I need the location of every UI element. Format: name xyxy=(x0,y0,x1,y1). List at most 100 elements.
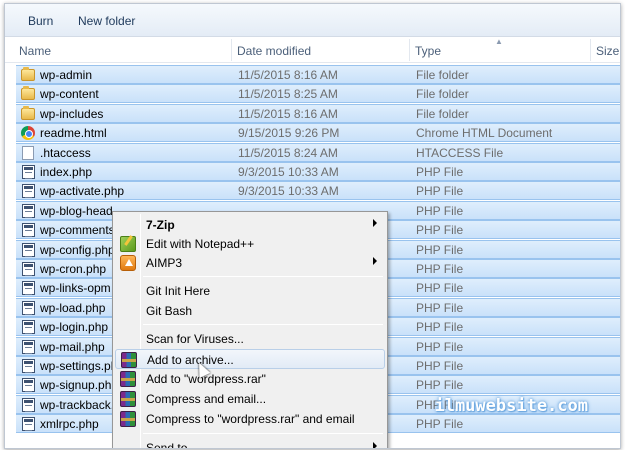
file-type: PHP File xyxy=(416,165,464,179)
menu-item-label: Scan for Viruses... xyxy=(146,332,244,346)
php-file-icon xyxy=(22,242,35,257)
burn-button[interactable]: Burn xyxy=(28,14,53,28)
php-file-icon xyxy=(22,184,35,199)
column-name[interactable]: Name xyxy=(19,44,51,58)
file-date-modified: 11/5/2015 8:25 AM xyxy=(238,87,338,102)
file-name: wp-activate.php xyxy=(40,184,125,199)
menu-item-compress-to-wordpress-rar-and-email[interactable]: Compress to "wordpress.rar" and email xyxy=(115,409,385,429)
file-name: wp-comments xyxy=(40,223,115,238)
file-type: PHP File xyxy=(416,339,464,354)
menu-item-label: Git Bash xyxy=(146,304,193,318)
php-file-icon xyxy=(22,339,35,354)
file-date-modified: 11/5/2015 8:24 AM xyxy=(238,145,338,160)
file-name: xmlrpc.php xyxy=(40,417,99,432)
menu-separator xyxy=(143,324,383,325)
column-divider[interactable] xyxy=(231,39,232,61)
file-date-modified: 9/3/2015 10:33 AM xyxy=(238,165,339,179)
file-type: PHP File xyxy=(416,203,464,218)
php-file-icon xyxy=(22,378,35,393)
file-icon xyxy=(22,145,34,160)
column-header: Name Date modified Type ▲ Size xyxy=(5,37,620,63)
file-name: readme.html xyxy=(40,126,107,141)
folder-icon xyxy=(21,105,35,120)
php-file-icon xyxy=(22,223,35,238)
file-row[interactable]: wp-content 11/5/2015 8:25 AM File folder xyxy=(16,84,620,104)
menu-item-label: Send to xyxy=(146,441,188,449)
file-name: wp-links-opm xyxy=(40,281,111,296)
file-type: PHP File xyxy=(416,300,464,315)
php-file-icon xyxy=(22,262,35,276)
folder-icon xyxy=(21,67,35,81)
menu-item-send-to[interactable]: Send to xyxy=(115,438,385,449)
submenu-arrow-icon xyxy=(373,219,377,227)
menu-item-7-zip[interactable]: 7-Zip xyxy=(115,215,385,235)
file-row[interactable]: wp-includes 11/5/2015 8:16 AM File folder xyxy=(16,103,620,123)
explorer-window: Burn New folder Name Date modified Type … xyxy=(4,3,621,449)
file-name: wp-login.php xyxy=(40,320,109,335)
menu-item-edit-with-notepad[interactable]: Edit with Notepad++ xyxy=(115,234,385,254)
menu-item-git-bash[interactable]: Git Bash xyxy=(115,301,385,321)
menu-item-add-to-wordpress-rar[interactable]: Add to "wordpress.rar" xyxy=(115,369,385,389)
new-folder-button[interactable]: New folder xyxy=(78,14,135,28)
column-date-modified[interactable]: Date modified xyxy=(237,44,311,58)
menu-item-label: Git Init Here xyxy=(146,284,211,298)
menu-item-add-to-archive[interactable]: Add to archive... xyxy=(115,349,385,369)
file-name: wp-config.php xyxy=(40,242,115,257)
file-name: wp-content xyxy=(40,87,99,102)
file-date-modified: 9/3/2015 10:33 AM xyxy=(238,184,339,199)
file-name: wp-blog-head xyxy=(40,203,113,218)
menu-item-label: 7-Zip xyxy=(146,218,175,232)
file-row[interactable]: wp-admin 11/5/2015 8:16 AM File folder xyxy=(16,65,620,84)
file-type: File folder xyxy=(416,68,469,82)
file-type: PHP File xyxy=(416,417,464,432)
file-type: File folder xyxy=(416,106,469,121)
file-name: wp-admin xyxy=(40,68,93,82)
menu-item-aimp3[interactable]: AIMP3 xyxy=(115,253,385,273)
file-type: PHP File xyxy=(416,262,464,276)
menu-item-label: AIMP3 xyxy=(146,256,183,270)
php-file-icon xyxy=(22,165,35,179)
menu-item-compress-and-email[interactable]: Compress and email... xyxy=(115,389,385,409)
chrome-icon xyxy=(21,126,35,141)
file-row[interactable]: .htaccess 11/5/2015 8:24 AM HTACCESS File xyxy=(16,142,620,162)
file-type: PHP File xyxy=(416,184,464,199)
file-type: PHP File xyxy=(416,320,464,335)
file-type: PHP File xyxy=(416,242,464,257)
column-size[interactable]: Size xyxy=(596,44,619,58)
folder-icon xyxy=(21,86,35,101)
file-name: wp-includes xyxy=(40,106,104,121)
file-name: index.php xyxy=(40,165,93,179)
aimp-icon xyxy=(120,255,136,271)
file-type: Chrome HTML Document xyxy=(416,126,553,141)
file-type: File folder xyxy=(416,87,469,102)
submenu-arrow-icon xyxy=(373,257,377,265)
file-row[interactable]: readme.html 9/15/2015 9:26 PM Chrome HTML … xyxy=(16,123,620,143)
file-name: wp-load.php xyxy=(40,300,106,315)
menu-item-label: Edit with Notepad++ xyxy=(146,237,255,251)
file-row[interactable]: index.php 9/3/2015 10:33 AM PHP File xyxy=(16,162,620,181)
winrar-icon xyxy=(120,371,136,387)
winrar-icon xyxy=(120,391,136,407)
submenu-arrow-icon xyxy=(373,442,377,448)
sort-ascending-icon: ▲ xyxy=(495,37,503,46)
file-name: .htaccess xyxy=(40,145,91,160)
php-file-icon xyxy=(22,300,35,315)
menu-item-git-init-here[interactable]: Git Init Here xyxy=(115,281,385,301)
menu-item-scan-for-viruses[interactable]: Scan for Viruses... xyxy=(115,329,385,349)
file-type: PHP File xyxy=(416,378,464,393)
file-name: wp-signup.ph xyxy=(40,378,112,393)
menu-separator xyxy=(143,276,383,277)
file-name: wp-trackback. xyxy=(40,397,115,412)
column-type[interactable]: Type xyxy=(415,44,441,58)
column-divider[interactable] xyxy=(409,39,410,61)
winrar-icon xyxy=(121,352,137,368)
php-file-icon xyxy=(22,281,35,296)
file-date-modified: 11/5/2015 8:16 AM xyxy=(238,68,338,82)
file-name: wp-mail.php xyxy=(40,339,105,354)
menu-item-label: Add to archive... xyxy=(147,353,234,367)
file-type: PHP File xyxy=(416,223,464,238)
php-file-icon xyxy=(22,320,35,335)
column-divider[interactable] xyxy=(590,39,591,61)
file-row[interactable]: wp-activate.php 9/3/2015 10:33 AM PHP File xyxy=(16,181,620,201)
winrar-icon xyxy=(120,411,136,427)
